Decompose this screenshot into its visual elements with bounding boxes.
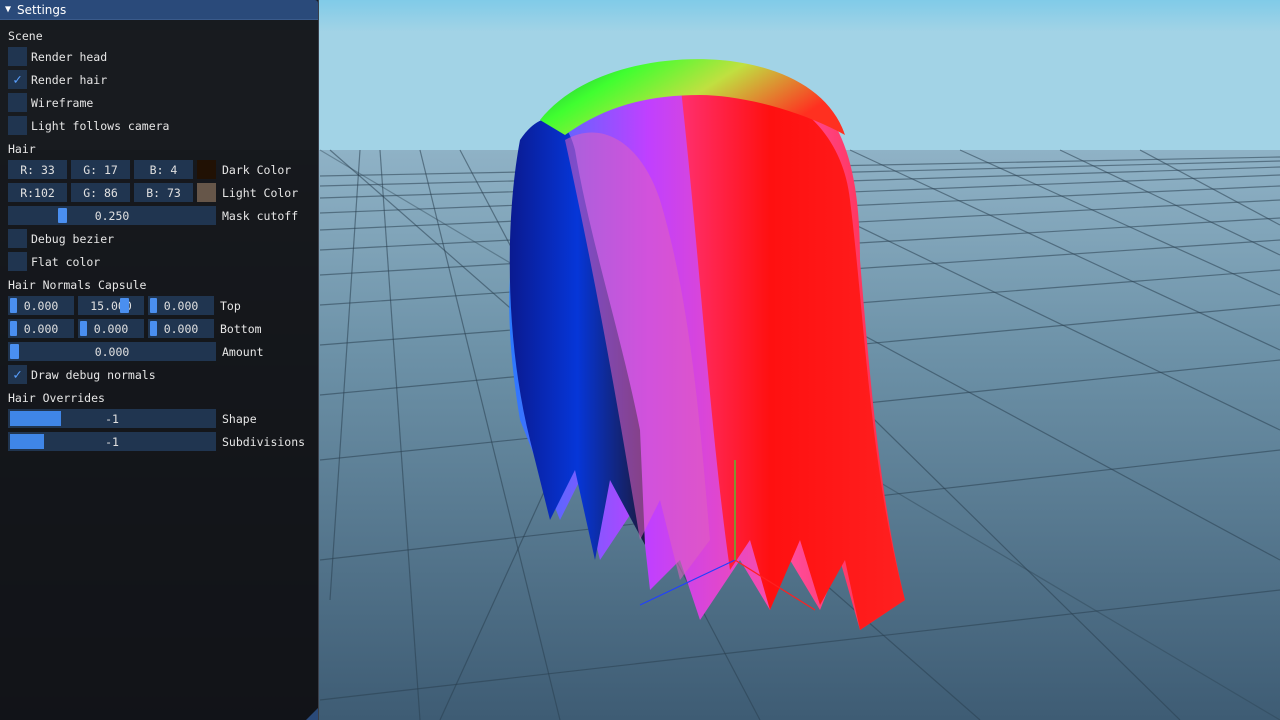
- slider-fill: [10, 434, 44, 449]
- bottom-x-slider[interactable]: 0.000: [8, 319, 74, 338]
- light-r-field[interactable]: R:102: [8, 183, 67, 202]
- shape-row: -1 Shape: [8, 407, 310, 430]
- render-hair-checkbox[interactable]: ✓ Render hair: [8, 68, 310, 91]
- checkbox-label: Draw debug normals: [31, 367, 156, 382]
- slider-grab[interactable]: [150, 321, 157, 336]
- checkbox-label: Debug bezier: [31, 231, 115, 246]
- dark-color-row: R: 33 G: 17 B: 4 Dark Color: [8, 158, 310, 181]
- section-hair-overrides: Hair Overrides: [8, 391, 105, 405]
- top-z-slider[interactable]: 0.000: [148, 296, 214, 315]
- bottom-y-slider[interactable]: 0.000: [78, 319, 144, 338]
- bottom-z-slider[interactable]: 0.000: [148, 319, 214, 338]
- checkbox-box[interactable]: [8, 252, 27, 271]
- bottom-label: Bottom: [220, 321, 262, 336]
- checkmark-icon[interactable]: ✓: [8, 365, 27, 384]
- slider-grab[interactable]: [80, 321, 87, 336]
- light-follows-camera-checkbox[interactable]: Light follows camera: [8, 114, 310, 137]
- section-hair: Hair: [8, 142, 36, 156]
- checkbox-box[interactable]: [8, 229, 27, 248]
- subdivisions-row: -1 Subdivisions: [8, 430, 310, 453]
- resize-grip-icon[interactable]: [306, 708, 318, 720]
- capsule-bottom-row: 0.000 0.000 0.000 Bottom: [8, 317, 310, 340]
- checkbox-label: Render head: [31, 49, 108, 64]
- top-y-slider[interactable]: 15.000: [78, 296, 144, 315]
- checkbox-box[interactable]: [8, 93, 27, 112]
- subdivisions-label: Subdivisions: [222, 434, 306, 449]
- light-color-row: R:102 G: 86 B: 73 Light Color: [8, 181, 310, 204]
- amount-slider[interactable]: 0.000: [8, 342, 216, 361]
- slider-value: 0.000: [93, 321, 129, 336]
- flat-color-checkbox[interactable]: Flat color: [8, 250, 310, 273]
- capsule-top-row: 0.000 15.000 0.000 Top: [8, 294, 310, 317]
- light-color-swatch[interactable]: [197, 183, 216, 202]
- dark-color-label: Dark Color: [222, 162, 292, 177]
- amount-row: 0.000 Amount: [8, 340, 310, 363]
- settings-panel: ▼ Settings Scene Render head ✓ Render ha…: [0, 0, 319, 720]
- collapse-arrow-icon[interactable]: ▼: [5, 4, 11, 15]
- checkbox-label: Flat color: [31, 254, 101, 269]
- slider-value: -1: [105, 434, 119, 449]
- top-x-slider[interactable]: 0.000: [8, 296, 74, 315]
- slider-value: 0.000: [23, 321, 59, 336]
- dark-b-field[interactable]: B: 4: [134, 160, 193, 179]
- wireframe-checkbox[interactable]: Wireframe: [8, 91, 310, 114]
- slider-value: 0.000: [163, 321, 199, 336]
- dark-color-swatch[interactable]: [197, 160, 216, 179]
- checkbox-label: Wireframe: [31, 95, 94, 110]
- render-head-checkbox[interactable]: Render head: [8, 45, 310, 68]
- slider-grab[interactable]: [10, 344, 19, 359]
- slider-value: 0.000: [94, 344, 130, 359]
- checkbox-label: Light follows camera: [31, 118, 170, 133]
- shape-slider[interactable]: -1: [8, 409, 216, 428]
- shape-label: Shape: [222, 411, 257, 426]
- slider-value: 0.000: [23, 298, 59, 313]
- slider-grab[interactable]: [10, 298, 17, 313]
- checkbox-box[interactable]: [8, 116, 27, 135]
- light-color-label: Light Color: [222, 185, 299, 200]
- top-label: Top: [220, 298, 241, 313]
- mask-cutoff-slider[interactable]: 0.250: [8, 206, 216, 225]
- mask-cutoff-row: 0.250 Mask cutoff: [8, 204, 310, 227]
- slider-fill: [10, 411, 61, 426]
- slider-value: 0.000: [163, 298, 199, 313]
- section-scene: Scene: [8, 29, 43, 43]
- slider-value: -1: [105, 411, 119, 426]
- checkmark-icon[interactable]: ✓: [8, 70, 27, 89]
- section-hair-normals-capsule: Hair Normals Capsule: [8, 278, 147, 292]
- slider-grab[interactable]: [150, 298, 157, 313]
- slider-grab[interactable]: [120, 298, 129, 313]
- window-title: Settings: [17, 2, 67, 17]
- dark-r-field[interactable]: R: 33: [8, 160, 67, 179]
- slider-value: 0.250: [94, 208, 130, 223]
- light-b-field[interactable]: B: 73: [134, 183, 193, 202]
- slider-grab[interactable]: [10, 321, 17, 336]
- draw-debug-normals-checkbox[interactable]: ✓ Draw debug normals: [8, 363, 310, 386]
- light-g-field[interactable]: G: 86: [71, 183, 130, 202]
- mask-cutoff-label: Mask cutoff: [222, 208, 299, 223]
- dark-g-field[interactable]: G: 17: [71, 160, 130, 179]
- amount-label: Amount: [222, 344, 264, 359]
- checkbox-box[interactable]: [8, 47, 27, 66]
- subdivisions-slider[interactable]: -1: [8, 432, 216, 451]
- slider-grab[interactable]: [58, 208, 67, 223]
- settings-title-bar[interactable]: ▼ Settings: [0, 0, 318, 20]
- debug-bezier-checkbox[interactable]: Debug bezier: [8, 227, 310, 250]
- checkbox-label: Render hair: [31, 72, 108, 87]
